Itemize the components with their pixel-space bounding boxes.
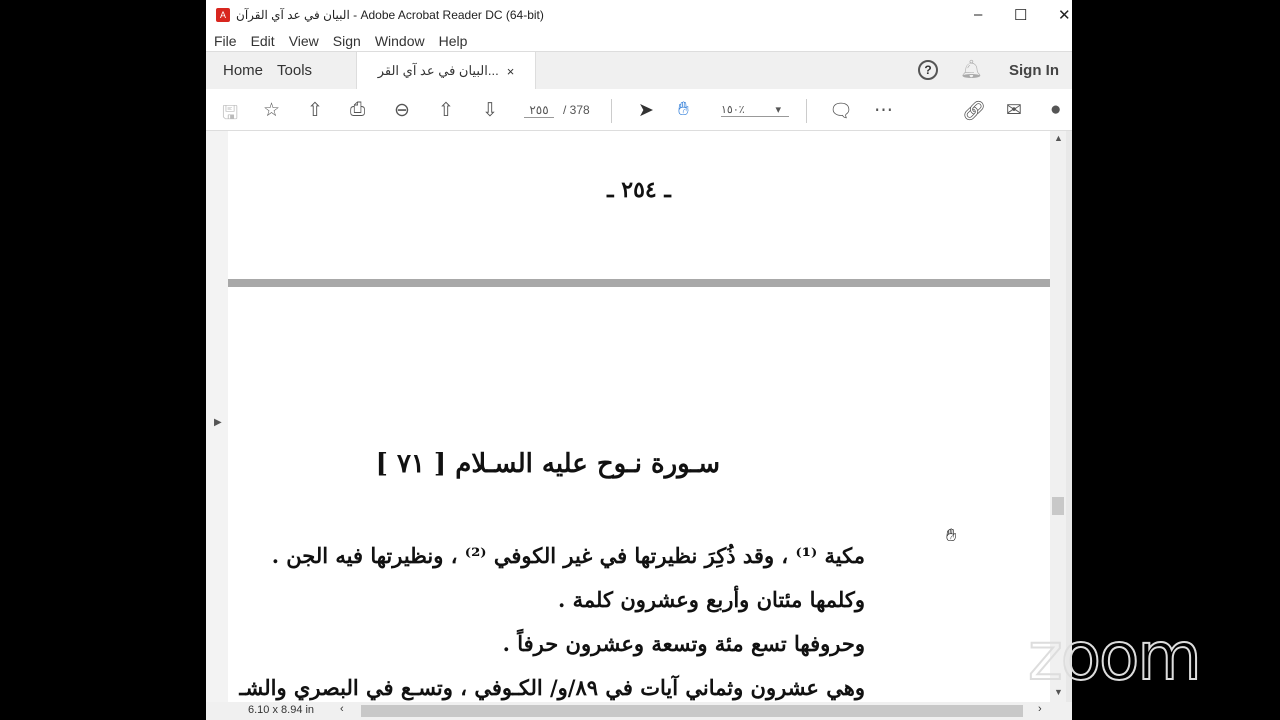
email-icon[interactable]: ✉ xyxy=(1006,99,1022,122)
status-bar: 6.10 x 8.94 in ‹ › xyxy=(206,702,1072,720)
next-page-icon[interactable]: ⇩ xyxy=(482,99,498,122)
page-number-input[interactable]: ٢٥٥ xyxy=(524,103,554,118)
more-options-icon[interactable]: ⋯ xyxy=(874,99,893,122)
tab-tools[interactable]: Tools xyxy=(277,62,312,79)
tab-document-label: البيان في عد آي القر... xyxy=(377,63,499,78)
document-viewer: ▶ ـ ٢٥٤ ـ سـورة نـوح عليه السـلام [ ٧١ ]… xyxy=(206,131,1072,702)
text-line: وحروفها تسع مئة وتسعة وعشرون حرفاً . xyxy=(502,631,865,656)
menu-help[interactable]: Help xyxy=(439,33,468,49)
page-total: / 378 xyxy=(563,103,590,117)
scroll-left-icon[interactable]: ‹ xyxy=(340,703,344,715)
scroll-thumb[interactable] xyxy=(1052,497,1064,515)
menu-view[interactable]: View xyxy=(289,33,319,49)
menu-file[interactable]: File xyxy=(214,33,237,49)
bell-icon[interactable]: 🔔︎ xyxy=(960,59,983,80)
print-icon[interactable]: ⎙ xyxy=(350,99,365,121)
zoom-out-icon[interactable]: ⊖ xyxy=(394,99,410,122)
scroll-up-icon[interactable]: ▲ xyxy=(1054,133,1063,143)
account-icon[interactable]: ● xyxy=(1050,99,1061,121)
scroll-right-icon[interactable]: › xyxy=(1038,703,1042,715)
divider xyxy=(806,99,807,123)
tab-document[interactable]: البيان في عد آي القر... × xyxy=(356,52,536,90)
menu-bar: File Edit View Sign Window Help xyxy=(206,30,1072,51)
title-bar: A البيان في عد آي القرآن - Adobe Acrobat… xyxy=(206,0,1072,30)
page-separator xyxy=(228,279,1050,287)
help-icon[interactable]: ? xyxy=(918,60,938,80)
zoom-level-value: ١٥٠٪ xyxy=(721,104,745,116)
page-number-label: ـ ٢٥٤ ـ xyxy=(607,177,671,203)
hand-cursor-icon: ✋︎ xyxy=(946,525,957,546)
menu-window[interactable]: Window xyxy=(375,33,425,49)
hand-tool-icon[interactable]: ✋︎ xyxy=(678,99,689,121)
tab-close-icon[interactable]: × xyxy=(507,64,515,79)
close-button[interactable]: ✕ xyxy=(1058,6,1071,24)
page-size: 6.10 x 8.94 in xyxy=(248,704,315,716)
zoom-watermark: zoom xyxy=(1027,617,1203,696)
select-cursor-icon[interactable]: ➤ xyxy=(638,99,654,122)
text-line: وهي عشرون وثماني آيات في ٨٩/و/ الكـوفي ،… xyxy=(239,675,865,700)
horizontal-scrollbar[interactable] xyxy=(361,705,1023,717)
chevron-down-icon: ▾ xyxy=(775,104,781,116)
bookmark-star-icon[interactable]: ☆ xyxy=(263,99,280,122)
upload-cloud-icon[interactable]: ⇧ xyxy=(307,99,323,122)
pdf-page[interactable]: ـ ٢٥٤ ـ سـورة نـوح عليه السـلام [ ٧١ ] م… xyxy=(228,131,1050,702)
share-link-icon[interactable]: 🔗︎ xyxy=(962,99,986,123)
vertical-scrollbar[interactable]: ▲ ▼ xyxy=(1050,131,1066,702)
expand-panel-icon[interactable]: ▶ xyxy=(214,417,222,428)
comment-icon[interactable]: 🗨︎ xyxy=(829,99,853,123)
menu-edit[interactable]: Edit xyxy=(251,33,275,49)
tab-bar: Home Tools البيان في عد آي القر... × ? 🔔… xyxy=(206,51,1072,90)
menu-sign[interactable]: Sign xyxy=(333,33,361,49)
left-panel: ▶ xyxy=(206,131,228,702)
save-icon[interactable]: 🖫 xyxy=(222,99,238,131)
acrobat-window: A البيان في عد آي القرآن - Adobe Acrobat… xyxy=(206,0,1072,720)
toolbar: 🖫 ☆ ⇧ ⎙ ⊖ ⇧ ⇩ ٢٥٥ / 378 ➤ ✋︎ ١٥٠٪ ▾ 🗨︎ ⋯ … xyxy=(206,89,1072,131)
previous-page-icon[interactable]: ⇧ xyxy=(438,99,454,122)
surah-heading: سـورة نـوح عليه السـلام [ ٧١ ] xyxy=(375,449,720,479)
tab-home[interactable]: Home xyxy=(206,62,277,79)
acrobat-icon: A xyxy=(216,8,230,22)
text-line: مكية ⁽¹⁾ ، وقد ذُكِرَ نظيرتها في غير الك… xyxy=(271,543,865,568)
text-line: وكلمها مئتان وأربع وعشرون كلمة . xyxy=(558,587,865,612)
sign-in-button[interactable]: Sign In xyxy=(1009,62,1059,79)
minimize-button[interactable]: – xyxy=(974,6,982,23)
maximize-button[interactable]: ☐ xyxy=(1014,6,1027,24)
zoom-level-dropdown[interactable]: ١٥٠٪ ▾ xyxy=(721,103,789,117)
divider xyxy=(611,99,612,123)
window-title: البيان في عد آي القرآن - Adobe Acrobat R… xyxy=(236,8,544,22)
